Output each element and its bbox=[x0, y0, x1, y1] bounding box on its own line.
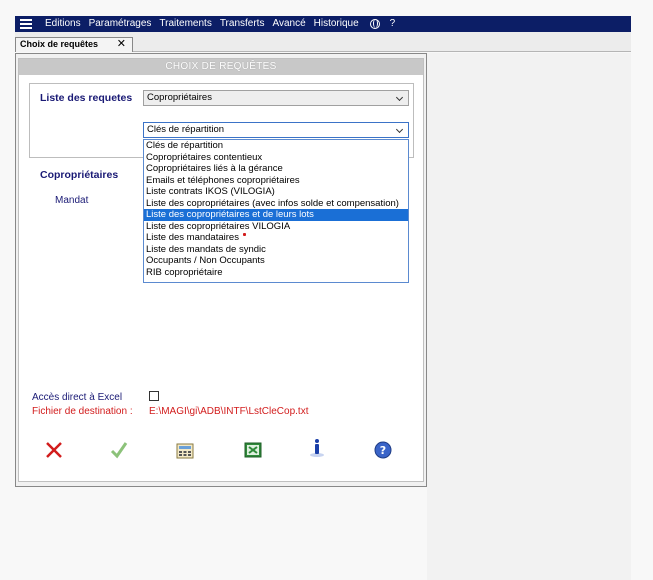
excel-export-button[interactable] bbox=[242, 439, 264, 461]
menu-item-parametrages[interactable]: Paramétrages bbox=[89, 16, 152, 32]
close-icon bbox=[46, 442, 62, 458]
chevron-down-icon bbox=[395, 93, 404, 102]
svg-text:?: ? bbox=[380, 444, 386, 457]
mouse-cursor bbox=[243, 233, 246, 236]
validate-button[interactable] bbox=[108, 439, 130, 461]
dropdown-option[interactable]: Liste contrats IKOS (VILOGIA) bbox=[144, 186, 408, 198]
destination-value: E:\MAGI\gi\ADB\INTF\LstCleCop.txt bbox=[149, 406, 309, 417]
cancel-button[interactable] bbox=[43, 439, 65, 461]
menu-item-editions[interactable]: Editions bbox=[45, 16, 81, 32]
dropdown-option[interactable]: Liste des copropriétaires et de leurs lo… bbox=[144, 209, 408, 221]
tab-choix-de-requetes[interactable]: Choix de requêtes ✕ bbox=[15, 37, 133, 52]
calculator-button[interactable] bbox=[174, 439, 196, 461]
info-icon bbox=[310, 439, 324, 457]
tab-label: Choix de requêtes bbox=[20, 39, 99, 49]
excel-checkbox[interactable] bbox=[149, 391, 159, 401]
dropdown-option[interactable]: Occupants / Non Occupants bbox=[144, 255, 408, 267]
sub-select-value: Clés de répartition bbox=[147, 124, 225, 135]
divider bbox=[29, 83, 413, 84]
sub-select[interactable]: Clés de répartition bbox=[143, 122, 409, 138]
mandat-label: Mandat bbox=[55, 195, 89, 206]
hamburger-menu-icon[interactable] bbox=[15, 16, 37, 32]
list-select-value: Copropriétaires bbox=[147, 92, 212, 103]
list-label: Liste des requetes bbox=[40, 92, 133, 104]
menu-item-transferts[interactable]: Transferts bbox=[220, 16, 265, 32]
list-select[interactable]: Copropriétaires bbox=[143, 90, 409, 106]
menu-item-avance[interactable]: Avancé bbox=[272, 16, 305, 32]
menu-item-traitements[interactable]: Traitements bbox=[159, 16, 211, 32]
dropdown-option[interactable]: Clés de répartition bbox=[144, 140, 408, 152]
excel-icon bbox=[244, 442, 262, 458]
help-button[interactable]: ? bbox=[372, 439, 394, 461]
calculator-icon bbox=[176, 443, 194, 459]
help-menu[interactable]: ? bbox=[390, 16, 396, 32]
tab-close-icon[interactable]: ✕ bbox=[117, 38, 126, 51]
panel-title: CHOIX DE REQUÊTES bbox=[19, 59, 423, 75]
menu-item-historique[interactable]: Historique bbox=[314, 16, 359, 32]
sub-select-dropdown[interactable]: Clés de répartition Copropriétaires cont… bbox=[143, 139, 409, 283]
help-icon: ? bbox=[374, 441, 392, 459]
workspace-background bbox=[427, 53, 631, 580]
divider bbox=[413, 83, 414, 158]
dropdown-option[interactable]: Copropriétaires contentieux bbox=[144, 152, 408, 164]
chevron-down-icon bbox=[395, 125, 404, 134]
dropdown-option[interactable]: Liste des copropriétaires VILOGIA bbox=[144, 221, 408, 233]
divider bbox=[29, 83, 30, 158]
section-label: Copropriétaires bbox=[40, 169, 119, 181]
globe-icon[interactable] bbox=[369, 19, 380, 29]
dropdown-option[interactable]: Liste des mandataires bbox=[144, 232, 408, 244]
dropdown-option[interactable]: Liste des copropriétaires (avec infos so… bbox=[144, 198, 408, 210]
dropdown-option[interactable]: RIB copropriétaire bbox=[144, 267, 408, 279]
excel-label: Accès direct à Excel bbox=[32, 392, 123, 403]
menu-bar: Editions Paramétrages Traitements Transf… bbox=[15, 16, 631, 32]
dropdown-option[interactable]: Copropriétaires liés à la gérance bbox=[144, 163, 408, 175]
info-button[interactable] bbox=[306, 437, 328, 459]
dropdown-option[interactable]: Liste des mandats de syndic bbox=[144, 244, 408, 256]
check-icon bbox=[110, 442, 128, 459]
tab-strip: Choix de requêtes ✕ bbox=[15, 32, 631, 52]
dropdown-option[interactable]: Emails et téléphones copropriétaires bbox=[144, 175, 408, 187]
destination-label: Fichier de destination : bbox=[32, 406, 133, 417]
